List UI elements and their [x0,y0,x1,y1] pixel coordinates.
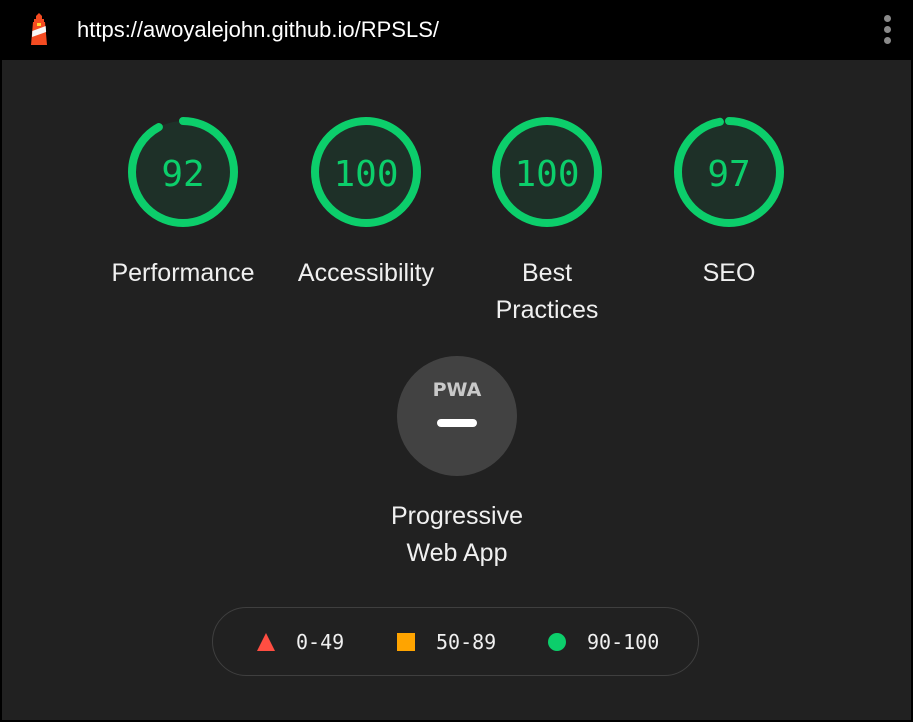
scores-panel: 92 Performance 100 Accessibility 100 Bes… [2,60,911,720]
gauge-performance[interactable]: 92 Performance [92,112,274,292]
report-top-bar: https://awoyalejohn.github.io/RPSLS/ [0,0,913,60]
score-value: 100 [514,154,579,195]
score-gauge-ring: 97 [674,117,784,227]
legend-range: 90-100 [587,630,660,654]
gauge-accessibility[interactable]: 100 Accessibility [275,112,457,292]
gauge-label: Accessibility [297,259,435,287]
legend-range: 50-89 [436,630,497,654]
score-value: 100 [333,154,398,195]
pwa-label: Progressive Web App [391,502,523,567]
circle-icon [548,633,566,651]
pwa-icon: PWA [433,379,482,399]
more-vertical-icon[interactable] [878,13,898,47]
score-gauge-ring: 100 [311,117,421,227]
pwa-badge-text: PWA [433,379,482,399]
score-gauge-ring: 92 [128,117,238,227]
square-icon [397,633,415,651]
legend-range: 0-49 [296,630,345,654]
gauge-best-practices[interactable]: 100 Best Practices [456,112,638,329]
score-value: 97 [707,154,750,195]
score-value: 92 [161,154,204,195]
page-url[interactable]: https://awoyalejohn.github.io/RPSLS/ [77,16,439,44]
triangle-icon [257,633,275,651]
gauge-label: SEO [702,259,756,287]
gauge-label: Performance [111,259,255,287]
gauge-pwa[interactable]: PWA Progressive Web App [366,356,548,572]
pwa-badge-circle: PWA [397,356,517,476]
score-gauge-ring: 100 [492,117,602,227]
lighthouse-icon [31,13,47,45]
gauge-seo[interactable]: 97 SEO [638,112,820,292]
score-scale-legend: 0-49 50-89 90-100 [212,607,699,676]
gauge-label: Best Practices [495,259,599,324]
not-applicable-dash-icon [437,419,477,427]
